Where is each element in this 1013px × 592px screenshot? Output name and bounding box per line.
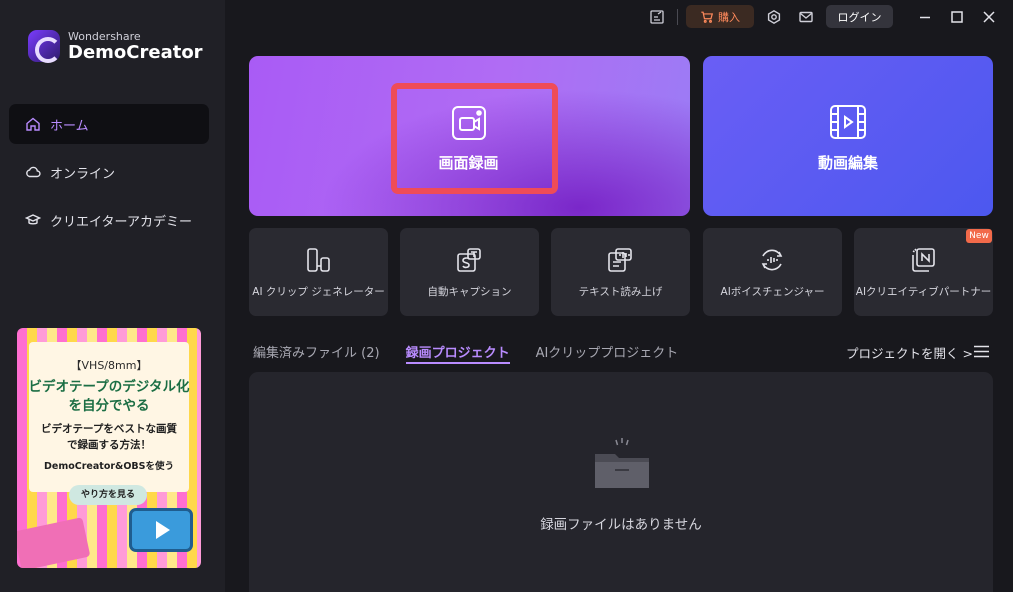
camera-record-icon [452,106,486,140]
film-play-icon [830,105,866,139]
promo-title: ビデオテープのデジタル化 を自分でやる [17,378,201,416]
promo-subtitle-line: ビデオテープをベストな画質 [40,423,178,435]
title-bar [225,0,1013,34]
screen-record-label: 画面録画 [438,154,499,172]
cassette-tape-icon [17,517,91,568]
democreator-logo-icon [28,30,61,63]
promo-title-line: ビデオテープのデジタル化 [28,379,190,395]
logo-product: DemoCreator [68,41,203,63]
sidebar-item-label: クリエイターアカデミー [50,214,192,230]
open-project-link[interactable]: プロジェクトを開く > [846,343,973,362]
project-tabs: 編集済みファイル (2) 録画プロジェクト AIクリッププロジェクト [253,342,704,364]
logo-brand: Wondershare [68,29,141,43]
sidebar-item-academy[interactable]: クリエイターアカデミー [9,200,209,240]
tool-text-to-speech[interactable]: テキスト読み上げ [551,228,690,316]
video-edit-label: 動画編集 [817,154,878,172]
toolbar-divider [677,9,678,25]
recording-files-panel: 録画ファイルはありません [249,372,993,592]
ai-partner-icon [912,248,935,272]
sidebar-item-label: ホーム [50,118,89,134]
graduation-cap-icon [25,214,41,225]
tool-ai-voice-changer[interactable]: AIボイスチェンジャー [703,228,842,316]
tab-ai-clip-projects[interactable]: AIクリッププロジェクト [536,342,679,364]
tool-ai-clip-generator[interactable]: AI クリップ ジェネレーター [249,228,388,316]
empty-state-message: 録画ファイルはありません [540,517,702,533]
tool-label: テキスト読み上げ [578,286,663,298]
minimize-icon[interactable] [917,9,933,25]
tool-label: AIクリエイティブパートナー [855,286,992,298]
new-badge: New [966,229,992,243]
close-icon[interactable] [981,9,997,25]
tool-ai-creative-partner[interactable]: AIクリエイティブパートナー New [854,228,993,316]
tool-label: AI クリップ ジェネレーター [252,286,385,298]
cloud-icon [26,166,41,178]
mail-icon[interactable] [798,9,814,25]
tool-label: AIボイスチェンジャー [720,286,825,298]
feedback-icon[interactable] [649,9,665,25]
promo-banner[interactable]: 【VHS/8mm】 ビデオテープのデジタル化 を自分でやる ビデオテープをベスト… [17,328,201,568]
sidebar: Wondershare DemoCreator ホーム オンライン クリエイター… [0,0,225,592]
maximize-icon[interactable] [949,9,965,25]
promo-subtitle-line: で録画する方法！ [67,439,151,451]
sidebar-item-home[interactable]: ホーム [9,104,209,144]
home-icon [26,117,40,131]
sidebar-nav: ホーム オンライン クリエイターアカデミー [9,104,209,248]
sidebar-item-online[interactable]: オンライン [9,152,209,192]
cart-icon [701,11,714,23]
buy-label: 購入 [718,10,740,24]
voice-changer-icon [761,249,783,271]
tab-edited-files[interactable]: 編集済みファイル (2) [253,342,380,364]
sidebar-item-label: オンライン [50,166,116,182]
promo-subtitle: ビデオテープをベストな画質 で録画する方法！ [17,421,201,453]
list-menu-icon[interactable] [974,345,989,358]
promo-tag: 【VHS/8mm】 [70,359,148,372]
promo-subtitle-tools: DemoCreator&OBSを使う [44,461,174,472]
empty-folder-icon [595,438,649,488]
promo-title-line: を自分でやる [68,398,150,414]
promo-cta-button[interactable]: やり方を見る [69,485,147,505]
login-button[interactable]: ログイン [826,5,893,28]
buy-button[interactable]: 購入 [686,5,754,28]
ai-clip-icon [307,248,330,272]
settings-gear-icon[interactable] [766,9,782,25]
tool-auto-caption[interactable]: 自動キャプション [400,228,539,316]
text-to-speech-icon [608,248,632,272]
tool-label: 自動キャプション [427,286,512,298]
tab-recording-projects[interactable]: 録画プロジェクト [405,342,510,364]
tv-play-icon [129,508,193,552]
caption-icon [457,248,481,272]
app-logo: Wondershare DemoCreator [28,29,203,63]
